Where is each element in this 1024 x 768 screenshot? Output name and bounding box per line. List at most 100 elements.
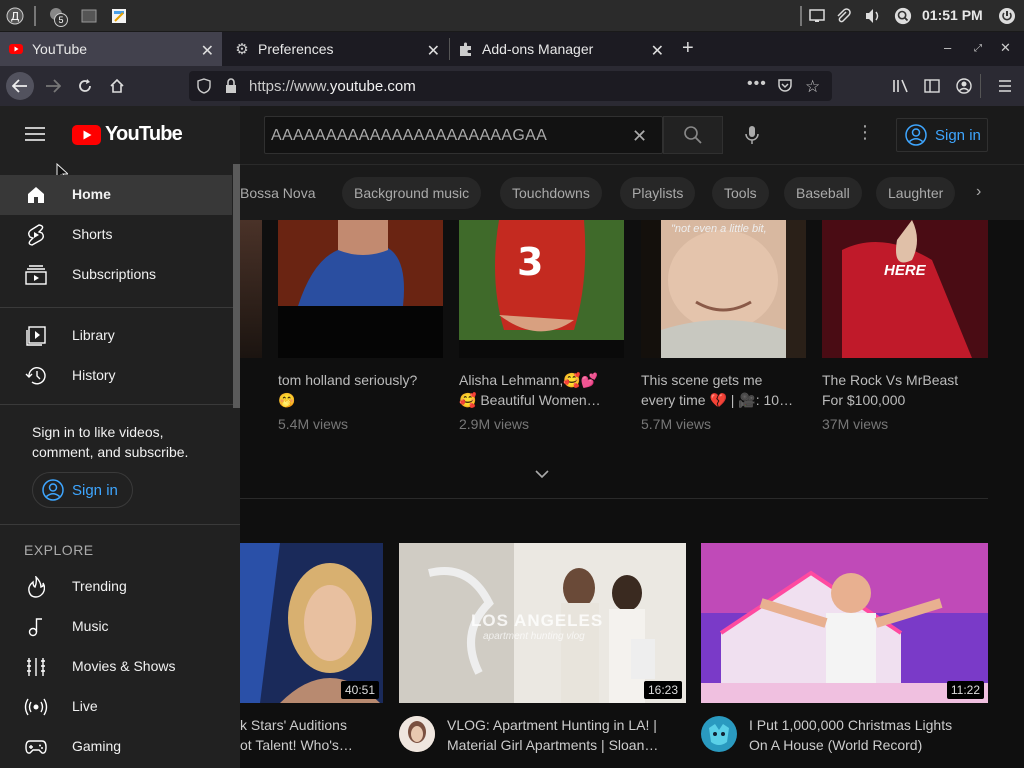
tab-addons-manager[interactable]: Add-ons Manager ✕ (450, 32, 672, 66)
search-icon[interactable] (894, 7, 912, 25)
updates-badge: 5 (54, 13, 68, 27)
sidebar-item-history[interactable]: History (0, 356, 232, 396)
maximize-icon[interactable]: ⤢ (974, 43, 982, 54)
minimize-icon[interactable]: – (944, 40, 951, 55)
channel-avatar[interactable] (399, 716, 435, 752)
page-actions-icon[interactable]: ••• (747, 75, 767, 93)
reload-button[interactable] (73, 74, 97, 98)
url-bar[interactable]: https://www.youtube.com ••• ☆ (189, 71, 832, 101)
sidebar-item-live[interactable]: Live (0, 687, 232, 727)
video-thumbnail[interactable]: 11:22 (701, 543, 988, 703)
show-more-chevron-icon[interactable] (534, 466, 550, 484)
close-window-icon[interactable]: ✕ (1000, 40, 1011, 56)
url-text[interactable]: https://www.youtube.com (249, 78, 416, 95)
search-query[interactable]: AAAAAAAAAAAAAAAAAAAAAAGAA (271, 127, 547, 145)
new-tab-button[interactable]: + (682, 37, 694, 60)
tab-youtube[interactable]: YouTube ✕ (0, 32, 222, 66)
hamburger-menu-icon[interactable] (24, 126, 46, 147)
microphone-icon (745, 126, 759, 144)
chip-bar: Bossa Nova Background music Touchdowns P… (240, 164, 1024, 220)
search-input[interactable]: AAAAAAAAAAAAAAAAAAAAAAGAA ✕ (264, 116, 663, 154)
lock-icon[interactable] (225, 78, 237, 99)
chevron-right-icon[interactable]: › (976, 183, 981, 201)
chip[interactable]: Touchdowns (500, 177, 602, 209)
menu-icon[interactable] (993, 74, 1017, 98)
sidebar-item-library[interactable]: Library (0, 316, 232, 356)
sidebar-item-music[interactable]: Music (0, 607, 232, 647)
sidebar-item-home[interactable]: Home (0, 175, 232, 215)
chip[interactable]: Bossa Nova (240, 177, 327, 209)
close-tab-icon[interactable]: ✕ (651, 41, 664, 61)
puzzle-icon (458, 41, 474, 57)
sidebar-toggle-icon[interactable] (920, 74, 944, 98)
video-overlay-subtext: apartment hunting vlog (483, 631, 585, 642)
short-thumbnail[interactable] (278, 220, 443, 358)
user-circle-icon (905, 124, 927, 146)
youtube-logo[interactable]: YouTube (72, 123, 183, 146)
short-overlay-text: HERE (884, 262, 926, 279)
chip[interactable]: Tools (712, 177, 769, 209)
video-title[interactable]: VLOG: Apartment Hunting in LA! | Material… (447, 715, 658, 755)
voice-search-button[interactable] (735, 118, 769, 152)
short-views: 5.7M views (641, 416, 712, 432)
video-overlay-text: LOS ANGELES (471, 611, 604, 630)
svg-text:3: 3 (517, 240, 543, 284)
close-tab-icon[interactable]: ✕ (427, 41, 440, 61)
youtube-favicon-icon (8, 41, 24, 57)
sidebar-item-subscriptions[interactable]: Subscriptions (0, 255, 232, 295)
user-circle-icon (42, 479, 64, 501)
chip[interactable]: Baseball (784, 177, 862, 209)
chip[interactable]: Playlists (620, 177, 696, 209)
short-views: 37M views (822, 416, 889, 432)
short-thumbnail[interactable] (240, 220, 262, 358)
short-thumbnail[interactable]: HERE (822, 220, 988, 358)
bookmark-star-icon[interactable]: ☆ (805, 77, 820, 97)
tracking-shield-icon[interactable] (197, 78, 211, 99)
display-icon[interactable] (808, 7, 826, 25)
sidebar-divider (0, 307, 240, 308)
gaming-icon (24, 737, 48, 757)
sidebar-item-movies-shows[interactable]: Movies & Shows (0, 647, 232, 687)
library-icon[interactable] (889, 74, 913, 98)
clock[interactable]: 01:51 PM (922, 7, 983, 23)
youtube-page: AAAAAAAAAAAAAAAAAAAAAAGAA ✕ ⋮ Sign in Bo… (0, 106, 1024, 768)
video-thumbnail[interactable]: 40:51 (240, 543, 383, 703)
power-icon[interactable] (998, 7, 1016, 25)
video-title[interactable]: k Stars' Auditions ot Talent! Who's… (240, 715, 353, 755)
terminal-icon[interactable] (80, 7, 98, 25)
shorts-icon (24, 224, 48, 246)
sidebar-item-gaming[interactable]: Gaming (0, 727, 232, 767)
back-button[interactable] (6, 72, 34, 100)
search-button[interactable] (663, 116, 723, 154)
chip[interactable]: Background music (342, 177, 482, 209)
short-title[interactable]: tom holland seriously? 🤭 (278, 370, 417, 410)
short-title[interactable]: This scene gets me every time 💔 | 🎥: 10… (641, 370, 793, 410)
app-menu-icon[interactable]: Д (6, 7, 24, 25)
attachment-icon[interactable] (834, 7, 852, 25)
chip[interactable]: Laughter (876, 177, 956, 209)
pocket-icon[interactable] (777, 78, 793, 99)
volume-icon[interactable] (864, 7, 882, 25)
sidebar-item-shorts[interactable]: Shorts (0, 215, 232, 255)
close-tab-icon[interactable]: ✕ (201, 41, 214, 61)
channel-avatar[interactable] (701, 716, 737, 752)
video-title[interactable]: I Put 1,000,000 Christmas Lights On A Hou… (749, 715, 952, 755)
short-title[interactable]: Alisha Lehmann,🥰💕 🥰 Beautiful Women… (459, 370, 601, 410)
sign-in-button[interactable]: Sign in (896, 118, 988, 152)
short-title[interactable]: The Rock Vs MrBeast For $100,000 (822, 370, 958, 410)
sidebar-sign-in-button[interactable]: Sign in (32, 472, 133, 508)
short-thumbnail[interactable]: "not even a little bit, (641, 220, 806, 358)
home-button[interactable] (105, 74, 129, 98)
chip-fade (952, 165, 1024, 220)
settings-more-icon[interactable]: ⋮ (856, 122, 874, 143)
sidebar-scrollbar[interactable] (233, 164, 240, 408)
tab-preferences[interactable]: ⚙ Preferences ✕ (226, 32, 448, 66)
forward-button[interactable] (41, 74, 65, 98)
trending-icon (24, 576, 48, 598)
sidebar-item-trending[interactable]: Trending (0, 567, 232, 607)
account-icon[interactable] (952, 74, 976, 98)
clear-search-icon[interactable]: ✕ (632, 126, 647, 147)
short-thumbnail[interactable]: 3 (459, 220, 624, 358)
video-thumbnail[interactable]: LOS ANGELES apartment hunting vlog 16:23 (399, 543, 686, 703)
text-editor-icon[interactable] (110, 7, 128, 25)
